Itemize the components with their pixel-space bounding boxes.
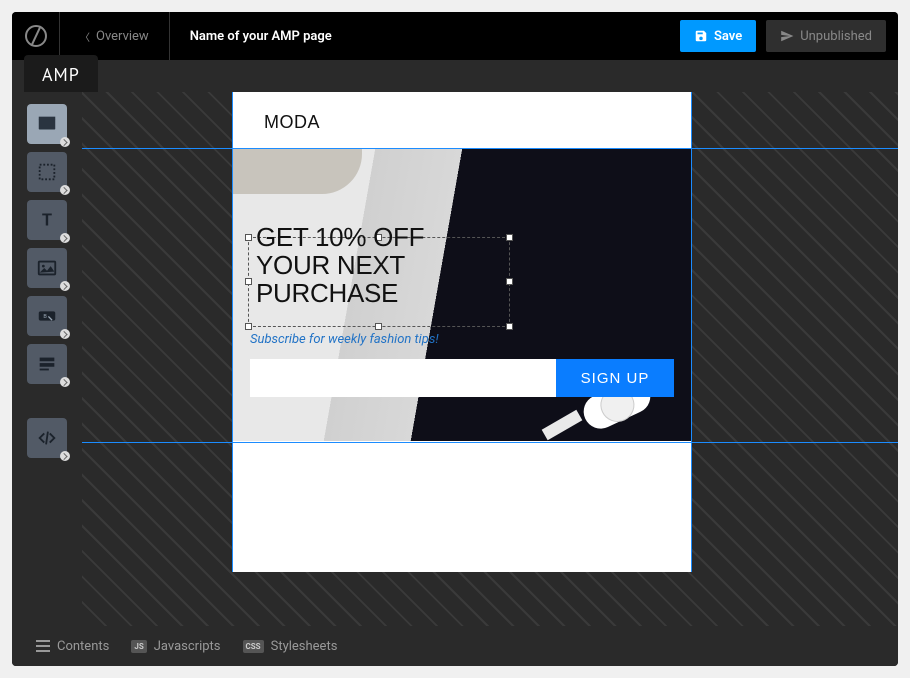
brand-text[interactable]: MODA — [264, 112, 320, 133]
logo[interactable] — [12, 12, 60, 60]
form-tool[interactable] — [27, 344, 67, 384]
hero-bg-detail — [542, 410, 583, 440]
js-badge-icon: JS — [131, 640, 146, 653]
save-button[interactable]: Save — [680, 20, 756, 52]
text-tool[interactable]: T — [27, 200, 67, 240]
publish-button[interactable]: Unpublished — [766, 20, 886, 52]
page-title: Name of your AMP page — [170, 29, 352, 44]
guide-line-horizontal[interactable] — [82, 148, 898, 149]
box-tool[interactable] — [27, 152, 67, 192]
save-label: Save — [714, 29, 742, 44]
css-label: Stylesheets — [271, 639, 338, 654]
resize-handle[interactable] — [245, 278, 252, 285]
stylesheets-panel-button[interactable]: CSS Stylesheets — [243, 639, 338, 654]
guide-line-vertical[interactable] — [232, 92, 233, 572]
tool-expand-icon — [60, 137, 70, 147]
overview-label: Overview — [96, 29, 149, 44]
resize-handle[interactable] — [375, 323, 382, 330]
resize-handle[interactable] — [506, 323, 513, 330]
contents-panel-button[interactable]: Contents — [36, 639, 109, 654]
javascripts-panel-button[interactable]: JS Javascripts — [131, 639, 220, 654]
editor-body: AMP T B MODA — [12, 60, 898, 666]
overview-link[interactable]: 〈 Overview — [60, 12, 170, 60]
image-tool[interactable] — [27, 248, 67, 288]
svg-text:B: B — [43, 314, 47, 320]
tab-row: AMP — [12, 60, 898, 92]
paper-plane-icon — [780, 29, 794, 43]
section-tool[interactable] — [27, 104, 67, 144]
page-artboard[interactable]: MODA GET 10% OFF YOUR NEXT PURCHASE Subs… — [232, 92, 692, 572]
logo-icon — [25, 25, 47, 47]
headline-text[interactable]: GET 10% OFF YOUR NEXT PURCHASE — [256, 223, 424, 307]
resize-handle[interactable] — [506, 278, 513, 285]
canvas[interactable]: MODA GET 10% OFF YOUR NEXT PURCHASE Subs… — [82, 92, 898, 626]
email-field[interactable] — [250, 359, 556, 397]
hero-bg-detail — [232, 149, 362, 194]
button-tool[interactable]: B — [27, 296, 67, 336]
code-tool[interactable] — [27, 418, 67, 458]
guide-line-vertical[interactable] — [691, 92, 692, 572]
css-badge-icon: CSS — [243, 640, 264, 653]
resize-handle[interactable] — [506, 234, 513, 241]
contents-icon — [36, 640, 50, 652]
resize-handle[interactable] — [245, 234, 252, 241]
tool-expand-icon — [60, 281, 70, 291]
publish-label: Unpublished — [800, 29, 872, 44]
js-label: Javascripts — [154, 639, 221, 654]
tool-column: T B — [12, 92, 82, 626]
subtext[interactable]: Subscribe for weekly fashion tips! — [250, 332, 439, 347]
tool-expand-icon — [60, 451, 70, 461]
signup-button[interactable]: SIGN UP — [556, 359, 674, 397]
tool-expand-icon — [60, 329, 70, 339]
tool-expand-icon — [60, 233, 70, 243]
svg-text:T: T — [42, 212, 52, 231]
guide-line-horizontal[interactable] — [82, 442, 898, 443]
tab-amp[interactable]: AMP — [24, 55, 98, 92]
app-frame: 〈 Overview Name of your AMP page Save Un… — [12, 12, 898, 666]
bottom-bar: Contents JS Javascripts CSS Stylesheets — [12, 626, 898, 666]
top-bar: 〈 Overview Name of your AMP page Save Un… — [12, 12, 898, 60]
save-icon — [694, 29, 708, 43]
resize-handle[interactable] — [245, 323, 252, 330]
workspace: T B MODA — [12, 92, 898, 626]
tool-expand-icon — [60, 377, 70, 387]
signup-form[interactable]: SIGN UP — [250, 359, 674, 397]
chevron-left-icon: 〈 — [80, 29, 90, 44]
contents-label: Contents — [57, 639, 109, 654]
tool-expand-icon — [60, 185, 70, 195]
